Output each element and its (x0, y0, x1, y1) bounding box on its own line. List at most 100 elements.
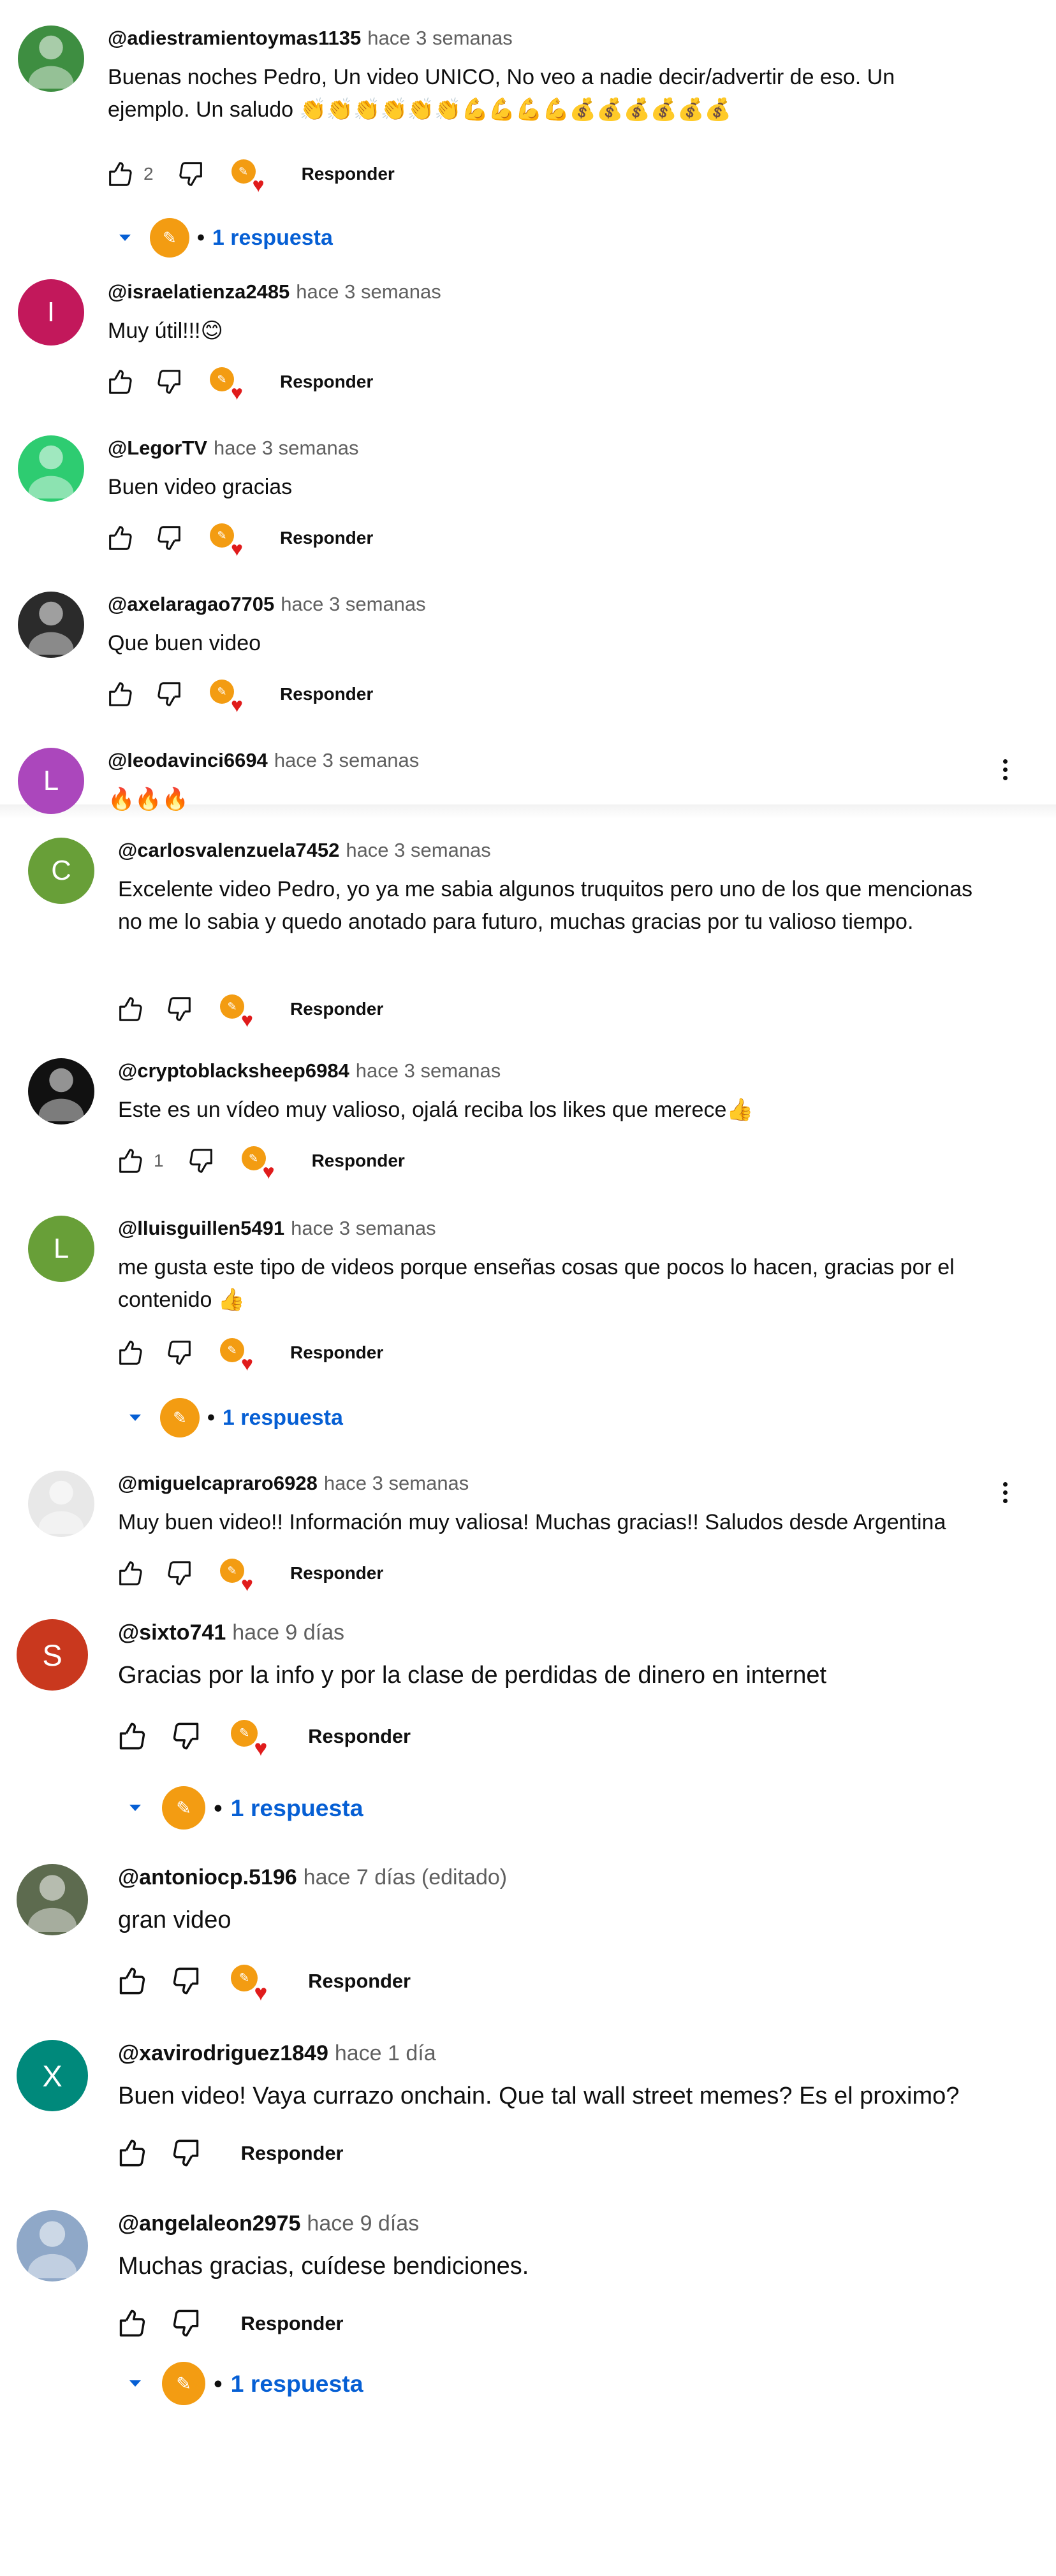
author-name[interactable]: @adiestramientoymas1135 (108, 27, 361, 49)
like-icon[interactable] (115, 2137, 148, 2169)
dislike-icon[interactable] (170, 1720, 203, 1752)
comment-actions: 1 ✎ ♥ Responder (115, 1146, 405, 1182)
timestamp[interactable]: hace 3 semanas (274, 749, 419, 771)
avatar-letter: I (47, 296, 55, 328)
replies-toggle[interactable]: ✎ • 1 respuesta (129, 2362, 363, 2406)
reply-button[interactable]: Responder (280, 684, 373, 704)
like-icon[interactable] (115, 1559, 145, 1588)
replies-count: 1 respuesta (222, 1405, 343, 1430)
comment-header: @cryptoblacksheep6984 hace 3 semanas (118, 1059, 501, 1082)
avatar[interactable]: S (17, 1619, 88, 1691)
like-icon[interactable] (115, 2307, 148, 2340)
like-icon[interactable] (115, 1146, 145, 1175)
author-name[interactable]: @antoniocp.5196 (118, 1865, 297, 1889)
timestamp[interactable]: hace 9 días (232, 1620, 344, 1645)
author-name[interactable]: @xavirodriguez1849 (118, 2041, 328, 2065)
avatar-image-icon (18, 25, 84, 92)
comments-section-top: @adiestramientoymas1135 hace 3 semanas Bue… (0, 0, 1056, 814)
avatar[interactable] (28, 1058, 94, 1124)
like-icon[interactable] (115, 1338, 145, 1367)
reply-button[interactable]: Responder (308, 1970, 411, 1993)
like-icon[interactable] (105, 159, 135, 189)
avatar[interactable]: I (18, 279, 84, 346)
reply-button[interactable]: Responder (241, 2312, 344, 2335)
timestamp[interactable]: hace 3 semanas (346, 839, 490, 861)
dislike-icon[interactable] (155, 680, 184, 709)
comment-thread: L @lluisguillen5491 hace 3 semanas me gusta… (0, 1216, 1056, 1437)
dislike-icon[interactable] (187, 1146, 216, 1175)
heart-icon: ♥ (262, 1160, 275, 1183)
avatar[interactable] (18, 592, 84, 658)
dislike-icon[interactable] (165, 994, 194, 1024)
author-name[interactable]: @miguelcapraro6928 (118, 1472, 318, 1494)
author-name[interactable]: @cryptoblacksheep6984 (118, 1059, 349, 1082)
comment-thread: X @xavirodriguez1849 hace 1 día Buen video!… (0, 2040, 1056, 2167)
dislike-icon[interactable] (165, 1338, 194, 1367)
author-name[interactable]: @israelatienza2485 (108, 280, 290, 303)
timestamp[interactable]: hace 3 semanas (324, 1472, 469, 1494)
reply-button[interactable]: Responder (290, 1563, 383, 1583)
dislike-icon[interactable] (170, 2137, 203, 2169)
more-actions-icon[interactable] (1003, 759, 1008, 780)
dislike-icon[interactable] (170, 1965, 203, 1997)
reply-button[interactable]: Responder (241, 2142, 344, 2165)
timestamp[interactable]: hace 3 semanas (356, 1059, 501, 1082)
comment-actions: ✎ ♥ Responder (105, 367, 373, 403)
avatar[interactable]: C (28, 838, 94, 904)
avatar[interactable] (18, 435, 84, 502)
author-name[interactable]: @axelaragao7705 (108, 593, 274, 615)
creator-heart: ✎ ♥ (231, 159, 265, 195)
reply-button[interactable]: Responder (280, 372, 373, 392)
like-icon[interactable] (105, 367, 135, 397)
reply-button[interactable]: Responder (308, 1725, 411, 1748)
comment-header: @miguelcapraro6928 hace 3 semanas (118, 1472, 469, 1495)
author-name[interactable]: @leodavinci6694 (108, 749, 268, 771)
dislike-icon[interactable] (155, 523, 184, 553)
reply-button[interactable]: Responder (312, 1151, 405, 1171)
comment-thread: C @carlosvalenzuela7452 hace 3 semanas Exce… (0, 838, 1056, 1030)
timestamp[interactable]: hace 3 semanas (281, 593, 425, 615)
timestamp[interactable]: hace 3 semanas (296, 280, 441, 303)
avatar[interactable] (18, 25, 84, 92)
comment-text: gran video (118, 1907, 231, 1933)
author-name[interactable]: @angelaleon2975 (118, 2211, 300, 2236)
more-actions-icon[interactable] (1003, 1482, 1008, 1503)
dislike-icon[interactable] (165, 1559, 194, 1588)
dislike-icon[interactable] (177, 159, 206, 189)
author-name[interactable]: @lluisguillen5491 (118, 1217, 284, 1239)
timestamp[interactable]: hace 3 semanas (291, 1217, 436, 1239)
avatar[interactable] (28, 1471, 94, 1537)
like-icon[interactable] (115, 1965, 148, 1997)
timestamp[interactable]: hace 9 días (307, 2211, 419, 2236)
reply-button[interactable]: Responder (280, 528, 373, 548)
timestamp[interactable]: hace 3 semanas (214, 437, 358, 459)
like-icon[interactable] (105, 523, 135, 553)
like-icon[interactable] (115, 994, 145, 1024)
author-name[interactable]: @carlosvalenzuela7452 (118, 839, 339, 861)
reply-button[interactable]: Responder (290, 1343, 383, 1363)
comment-text: me gusta este tipo de videos porque ense… (118, 1255, 955, 1312)
dislike-icon[interactable] (170, 2307, 203, 2340)
replies-toggle[interactable]: ✎ • 1 respuesta (129, 1398, 343, 1437)
author-name[interactable]: @sixto741 (118, 1620, 226, 1645)
avatar[interactable] (17, 2210, 88, 2281)
avatar[interactable]: L (28, 1216, 94, 1282)
like-icon[interactable] (115, 1720, 148, 1752)
avatar[interactable] (17, 1864, 88, 1935)
like-icon[interactable] (105, 680, 135, 709)
timestamp[interactable]: hace 3 semanas (367, 27, 512, 49)
avatar[interactable]: L (18, 748, 84, 814)
replies-toggle[interactable]: ✎ • 1 respuesta (119, 218, 333, 258)
creator-heart: ✎ ♥ (231, 1720, 267, 1759)
timestamp[interactable]: hace 7 días (editado) (304, 1865, 507, 1889)
separator-dot: • (214, 2369, 223, 2397)
avatar[interactable]: X (17, 2040, 88, 2111)
replies-toggle[interactable]: ✎ • 1 respuesta (129, 1786, 363, 1830)
timestamp[interactable]: hace 1 día (335, 2041, 436, 2065)
comment-header: @carlosvalenzuela7452 hace 3 semanas (118, 839, 491, 862)
author-name[interactable]: @LegorTV (108, 437, 207, 459)
reply-button[interactable]: Responder (290, 999, 383, 1019)
dislike-icon[interactable] (155, 367, 184, 397)
avatar-image-icon (17, 1864, 88, 1935)
reply-button[interactable]: Responder (302, 164, 395, 184)
